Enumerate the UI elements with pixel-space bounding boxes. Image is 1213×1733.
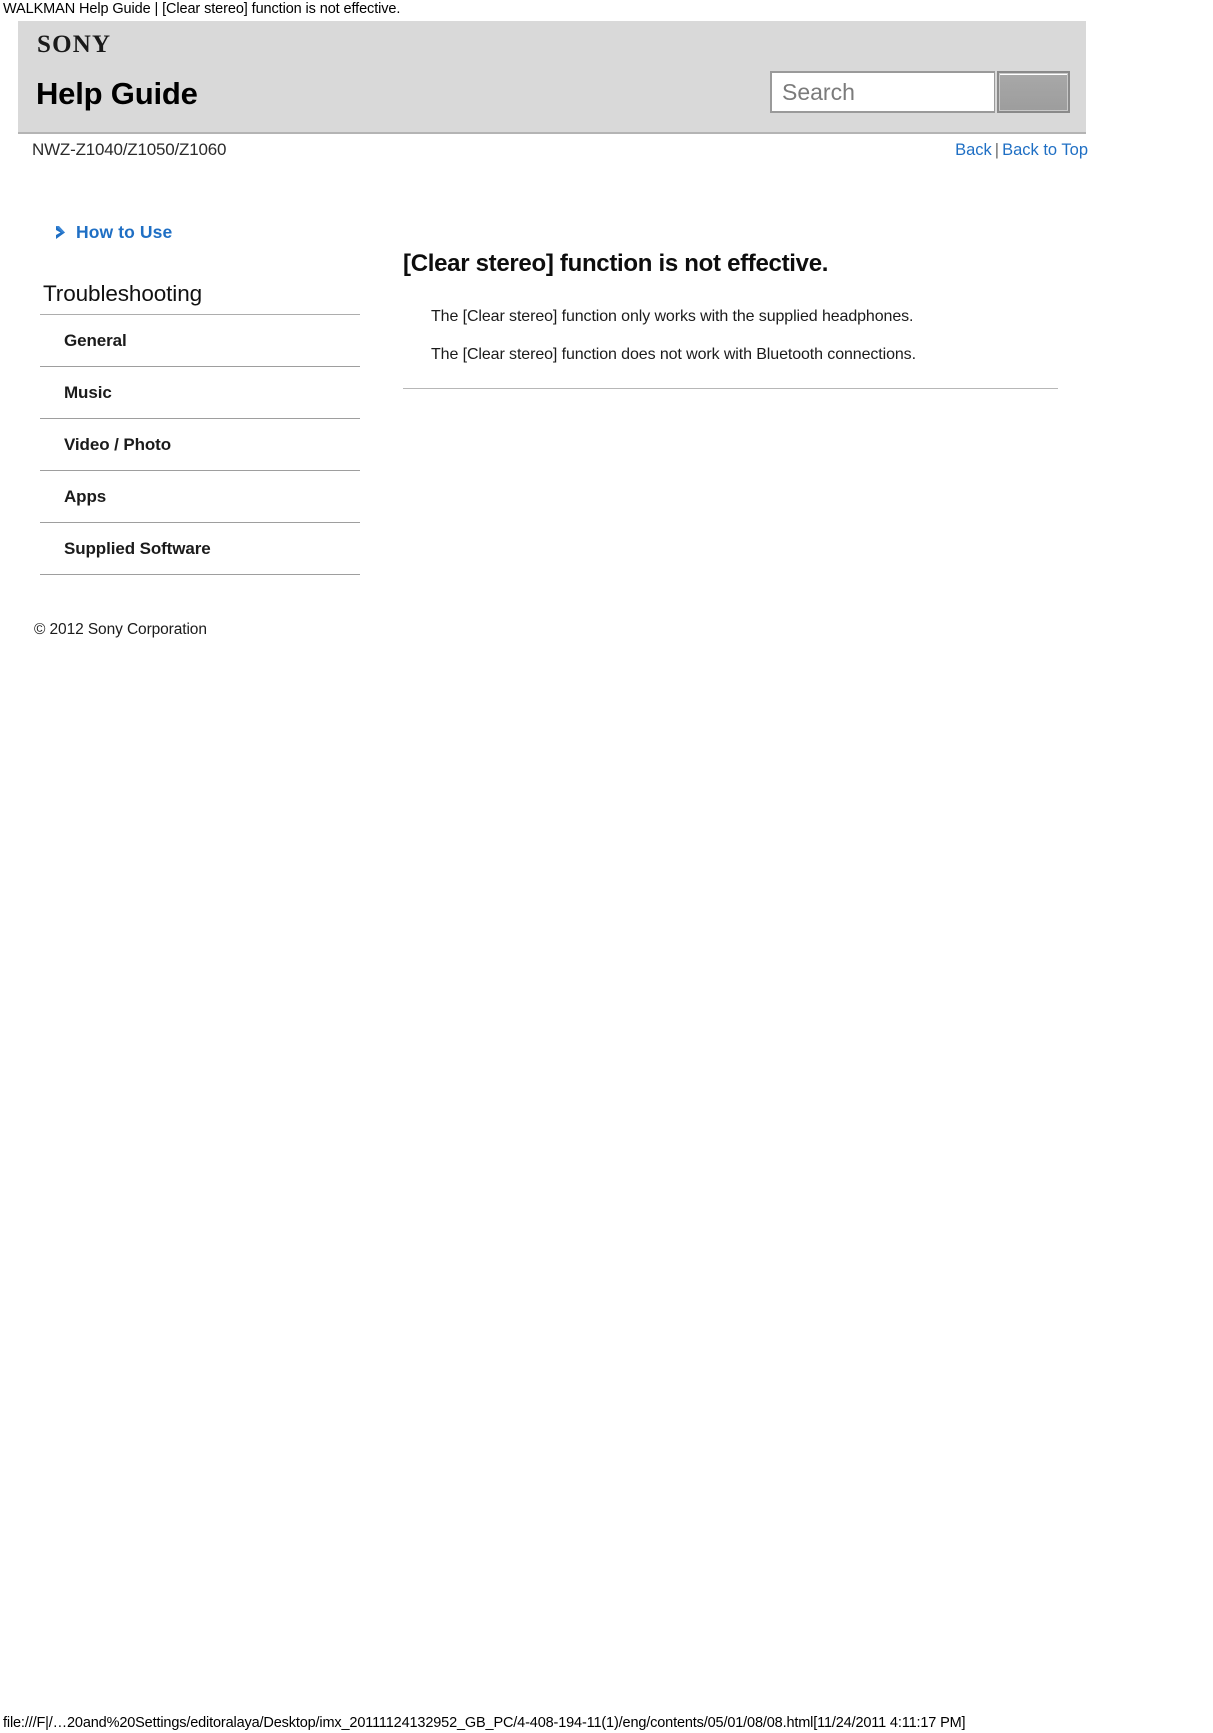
model-number: NWZ-Z1040/Z1050/Z1060 (32, 140, 227, 159)
sidebar-item-how-to-use[interactable]: How to Use (56, 222, 360, 243)
sidebar-item-music[interactable]: Music (40, 367, 360, 419)
sidebar-item-supplied-software[interactable]: Supplied Software (40, 523, 360, 575)
content-paragraph: The [Clear stereo] function does not wor… (431, 346, 916, 363)
page-heading: [Clear stereo] function is not effective… (403, 250, 829, 277)
sidebar-item-label: Supplied Software (64, 539, 211, 558)
copyright-notice: © 2012 Sony Corporation (34, 621, 207, 638)
search-submit-button[interactable] (997, 71, 1070, 113)
top-navigation: Back | Back to Top (955, 141, 1088, 160)
sidebar-item-label: Video / Photo (64, 435, 172, 454)
back-link[interactable]: Back (955, 141, 992, 159)
content-divider (403, 388, 1058, 389)
sidebar-item-video-photo[interactable]: Video / Photo (40, 419, 360, 471)
sidebar-item-label: General (64, 331, 127, 350)
site-header: SONY Help Guide (18, 21, 1086, 134)
sidebar-item-apps[interactable]: Apps (40, 471, 360, 523)
back-to-top-link[interactable]: Back to Top (1002, 141, 1088, 159)
sidebar-item-general[interactable]: General (40, 315, 360, 367)
sidebar-item-label: Apps (64, 487, 107, 506)
sidebar-how-to-use-label: How to Use (76, 222, 173, 242)
search-input[interactable] (770, 71, 995, 113)
sidebar-item-label: Music (64, 383, 112, 402)
main-content: [Clear stereo] function is not effective… (403, 250, 1063, 389)
help-guide-title: Help Guide (36, 76, 198, 111)
browser-page-title: WALKMAN Help Guide | [Clear stereo] func… (3, 1, 401, 17)
nav-separator: | (994, 141, 1000, 159)
sidebar-section-heading: Troubleshooting (40, 281, 360, 315)
chevron-right-icon (56, 226, 65, 239)
sony-logo: SONY (37, 31, 112, 58)
status-bar-url: file:///F|/…20and%20Settings/editoralaya… (3, 1715, 966, 1731)
content-paragraph: The [Clear stereo] function only works w… (431, 308, 914, 325)
sidebar: How to Use Troubleshooting General Music… (40, 222, 360, 575)
search-group (770, 71, 1070, 113)
